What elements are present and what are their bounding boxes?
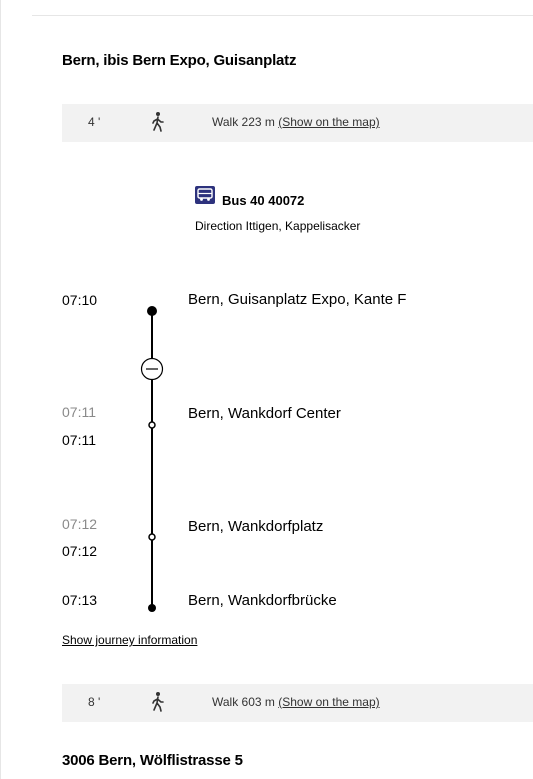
bus-icon	[195, 186, 215, 204]
arrival-time: 07:13	[62, 592, 98, 608]
stop-name: Bern, Wankdorfplatz	[188, 518, 324, 535]
stop-marker-arrival	[148, 604, 156, 612]
stop-name: Bern, Guisanplatz Expo, Kante F	[188, 291, 407, 308]
stop-name: Bern, Wankdorf Center	[188, 405, 341, 422]
connection-detail-panel: Bern, ibis Bern Expo, Guisanplatz 4 ' Wa…	[0, 0, 533, 779]
walk-description: Walk 603 m (Show on the map)	[212, 695, 380, 709]
bus-direction: Direction Ittigen, Kappelisacker	[195, 219, 361, 233]
stop-marker-intermediate	[148, 533, 156, 541]
destination-title: 3006 Bern, Wölflistrasse 5	[62, 752, 243, 769]
scheduled-time: 07:12	[62, 516, 98, 532]
bus-line-label: Bus 40 40072	[222, 193, 305, 208]
walk-section: 8 ' Walk 603 m (Show on the map)	[62, 684, 533, 722]
walking-person-icon	[150, 691, 166, 713]
walk-description: Walk 223 m (Show on the map)	[212, 115, 380, 129]
actual-time: 07:12	[62, 543, 98, 559]
walk-duration: 4 '	[88, 115, 101, 129]
departure-time: 07:10	[62, 292, 98, 308]
show-journey-information-link[interactable]: Show journey information	[62, 633, 197, 647]
actual-time: 07:11	[62, 432, 96, 448]
origin-title: Bern, ibis Bern Expo, Guisanplatz	[62, 52, 297, 69]
scheduled-time: 07:11	[62, 404, 96, 420]
top-divider	[32, 15, 533, 16]
walk-distance: Walk 603 m	[212, 695, 279, 709]
show-on-map-link[interactable]: (Show on the map)	[278, 115, 379, 129]
show-on-map-link[interactable]: (Show on the map)	[278, 695, 379, 709]
minus-circle-icon[interactable]	[140, 357, 164, 381]
panel-border	[0, 0, 1, 779]
walking-person-icon	[150, 111, 166, 133]
stop-marker-departure	[147, 306, 157, 316]
walk-duration: 8 '	[88, 695, 101, 709]
walk-section: 4 ' Walk 223 m (Show on the map)	[62, 104, 533, 142]
stop-marker-intermediate	[148, 421, 156, 429]
walk-distance: Walk 223 m	[212, 115, 279, 129]
stop-name: Bern, Wankdorfbrücke	[188, 592, 337, 609]
